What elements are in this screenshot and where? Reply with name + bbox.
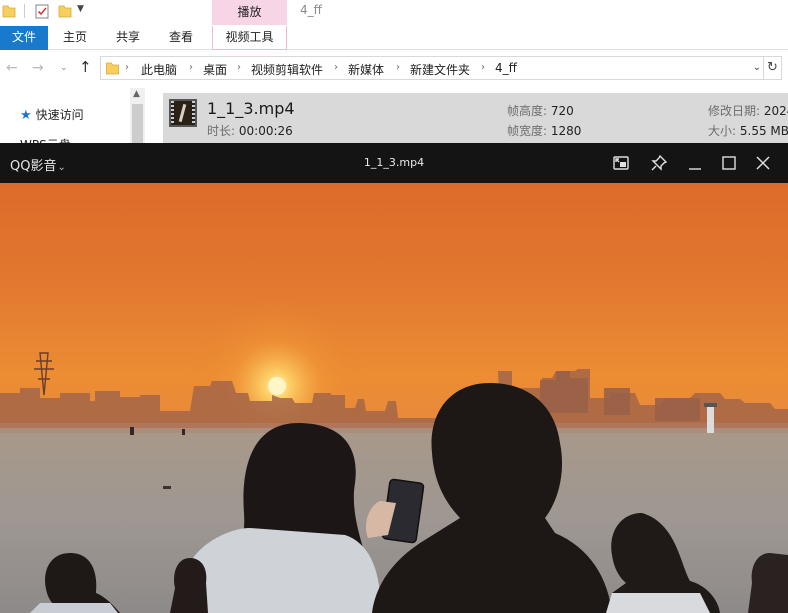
quick-access-divider: [24, 4, 25, 18]
sidebar-item-label: 快速访问: [35, 108, 84, 122]
ribbon-tabs: 文件 主页 共享 查看 视频工具: [0, 26, 788, 50]
breadcrumb-new-media[interactable]: 新媒体: [348, 61, 384, 78]
duration-value: 00:00:26: [238, 124, 293, 138]
file-size: 大小: 5.55 MB: [708, 122, 788, 139]
context-tab-header: 播放: [212, 0, 287, 25]
arrow-left-icon[interactable]: ←: [6, 60, 18, 76]
breadcrumb-separator: ›: [189, 62, 193, 73]
close-icon[interactable]: [752, 152, 774, 174]
modified-date-value: 2024: [763, 104, 788, 118]
sun: [268, 377, 286, 395]
explorer-titlebar: ▼ 播放 4_ff: [0, 0, 788, 26]
window-title: 4_ff: [300, 3, 322, 17]
modified-date: 修改日期: 2024: [708, 102, 788, 119]
new-folder-icon[interactable]: [58, 3, 72, 19]
sunset-scene: [0, 296, 788, 613]
tab-home[interactable]: 主页: [55, 26, 95, 50]
folder-icon: [106, 62, 119, 75]
breadcrumb-current[interactable]: 4_ff: [495, 61, 517, 75]
tab-view[interactable]: 查看: [161, 26, 201, 50]
file-size-value: 5.55 MB: [739, 124, 788, 138]
buoy: [182, 429, 185, 435]
lighthouse: [707, 405, 714, 433]
frame-height-value: 720: [550, 104, 574, 118]
chevron-down-icon[interactable]: ⌄: [753, 62, 761, 73]
tab-share[interactable]: 共享: [108, 26, 148, 50]
star-icon: ★: [20, 108, 32, 123]
video-player-window: QQ影音⌄ 1_1_3.mp4: [0, 143, 788, 613]
frame-width-value: 1280: [550, 124, 582, 138]
file-list-item[interactable]: 1_1_3.mp4 时长: 00:00:26 帧高度: 720 帧宽度: 128…: [163, 93, 788, 145]
address-box[interactable]: › 此电脑 › 桌面 › 视频剪辑软件 › 新媒体 › 新建文件夹 › 4_ff…: [100, 56, 764, 80]
film-strip: [192, 101, 195, 125]
video-frame[interactable]: [0, 183, 788, 613]
address-bar-row: ← → ⌄ ↑ › 此电脑 › 桌面 › 视频剪辑软件 › 新媒体 › 新建文件…: [0, 54, 788, 82]
sidebar-item-quick-access[interactable]: ★ 快速访问: [20, 106, 84, 123]
scroll-up-icon[interactable]: ▲: [133, 89, 140, 99]
checklist-icon[interactable]: [35, 3, 49, 19]
film-strip: [171, 101, 174, 125]
navpane-scrollbar[interactable]: ▲: [130, 88, 145, 145]
breadcrumb-separator: ›: [334, 62, 338, 73]
tab-file[interactable]: 文件: [0, 26, 48, 50]
breadcrumb-this-pc[interactable]: 此电脑: [141, 61, 177, 78]
breadcrumb-new-folder[interactable]: 新建文件夹: [410, 61, 470, 78]
scrollbar-thumb[interactable]: [132, 104, 143, 145]
arrow-up-icon[interactable]: ↑: [79, 58, 92, 76]
customize-toolbar-icon[interactable]: ▼: [77, 4, 84, 14]
breadcrumb-separator: ›: [481, 62, 485, 73]
frame-height: 帧高度: 720: [507, 102, 574, 119]
recent-locations-icon[interactable]: ⌄: [60, 63, 68, 73]
modified-date-label: 修改日期:: [708, 104, 761, 118]
breadcrumb-video-software[interactable]: 视频剪辑软件: [251, 61, 323, 78]
video-thumbnail-icon: [169, 99, 197, 127]
picture-in-picture-icon[interactable]: [610, 152, 632, 174]
breadcrumb-separator: ›: [237, 62, 241, 73]
lighthouse-cap: [704, 403, 717, 407]
duration-label: 时长:: [207, 124, 236, 138]
breadcrumb-separator: ›: [396, 62, 400, 73]
breadcrumb-desktop[interactable]: 桌面: [203, 61, 227, 78]
frame-width: 帧宽度: 1280: [507, 122, 581, 139]
buoy: [130, 427, 134, 435]
file-explorer-window: ▼ 播放 4_ff 文件 主页 共享 查看 视频工具 ← → ⌄ ↑ › 此电脑…: [0, 0, 788, 152]
arrow-right-icon[interactable]: →: [32, 60, 44, 76]
folder-icon[interactable]: [2, 3, 16, 19]
thumbnail-figure: [178, 103, 187, 123]
minimize-icon[interactable]: [684, 152, 706, 174]
file-size-label: 大小:: [708, 124, 737, 138]
tab-video-tools[interactable]: 视频工具: [212, 26, 287, 50]
frame-width-label: 帧宽度:: [507, 124, 548, 138]
navigation-pane: ★快速访问 WPS云盘 ▲: [0, 88, 148, 152]
pin-icon[interactable]: [648, 152, 670, 174]
player-titlebar[interactable]: QQ影音⌄ 1_1_3.mp4: [0, 143, 788, 183]
frame-height-label: 帧高度:: [507, 104, 548, 118]
maximize-icon[interactable]: [718, 152, 740, 174]
breadcrumb-separator: ›: [125, 62, 129, 73]
file-duration: 时长: 00:00:26: [207, 122, 293, 139]
person-left-shirt: [30, 603, 118, 613]
file-name: 1_1_3.mp4: [207, 99, 295, 118]
shoreline-haze: [0, 423, 788, 433]
person-right-shirt: [606, 593, 710, 613]
floating-object: [163, 486, 171, 489]
refresh-icon[interactable]: ↻: [764, 56, 782, 80]
